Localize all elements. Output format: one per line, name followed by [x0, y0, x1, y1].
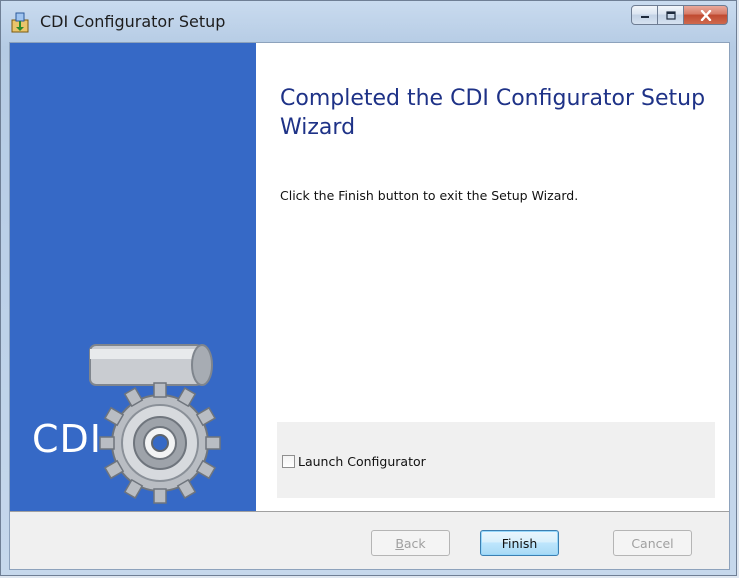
- back-button[interactable]: Back: [371, 530, 450, 556]
- logo-text: CDI: [32, 417, 103, 461]
- close-button[interactable]: [684, 5, 728, 25]
- divider: [10, 511, 729, 512]
- gear-logo-icon: [89, 344, 221, 504]
- title-bar[interactable]: CDI Configurator Setup: [1, 1, 736, 41]
- finish-button[interactable]: Finish: [480, 530, 559, 556]
- wizard-client-area: CDI Completed the CDI Configurator Setup…: [9, 42, 730, 570]
- window-title: CDI Configurator Setup: [40, 12, 226, 31]
- maximize-button[interactable]: [658, 5, 684, 25]
- back-label-rest: ack: [403, 535, 426, 551]
- cancel-label: Cancel: [631, 535, 674, 551]
- setup-window: CDI Configurator Setup CDI Completed the…: [0, 0, 737, 576]
- launch-configurator-label[interactable]: Launch Configurator: [298, 454, 426, 469]
- instruction-text: Click the Finish button to exit the Setu…: [280, 188, 579, 203]
- launch-configurator-checkbox[interactable]: [282, 455, 295, 468]
- minimize-button[interactable]: [631, 5, 658, 25]
- finish-label: Finish: [501, 535, 538, 551]
- installer-icon: [11, 12, 29, 33]
- wizard-content: CDI Completed the CDI Configurator Setup…: [10, 43, 729, 511]
- minimize-icon: [640, 16, 649, 18]
- cancel-button[interactable]: Cancel: [613, 530, 692, 556]
- back-accelerator: B: [395, 535, 404, 551]
- close-icon: [700, 9, 711, 21]
- side-banner: CDI: [10, 43, 256, 511]
- maximize-icon: [665, 10, 676, 20]
- page-title: Completed the CDI Configurator Setup Wiz…: [280, 86, 706, 140]
